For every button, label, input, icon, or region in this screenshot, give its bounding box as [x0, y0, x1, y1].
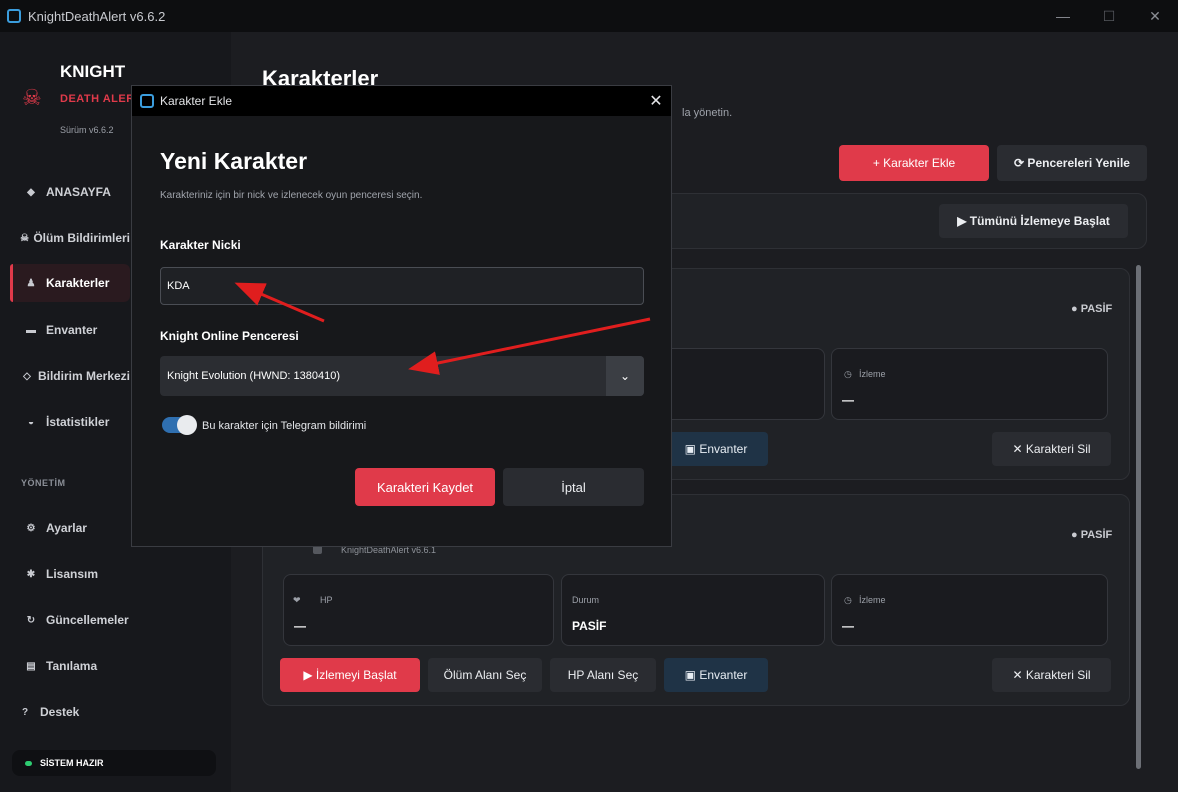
annotation-arrow	[408, 317, 651, 375]
annotation-arrows	[234, 282, 651, 375]
annotation-arrow	[234, 282, 325, 323]
